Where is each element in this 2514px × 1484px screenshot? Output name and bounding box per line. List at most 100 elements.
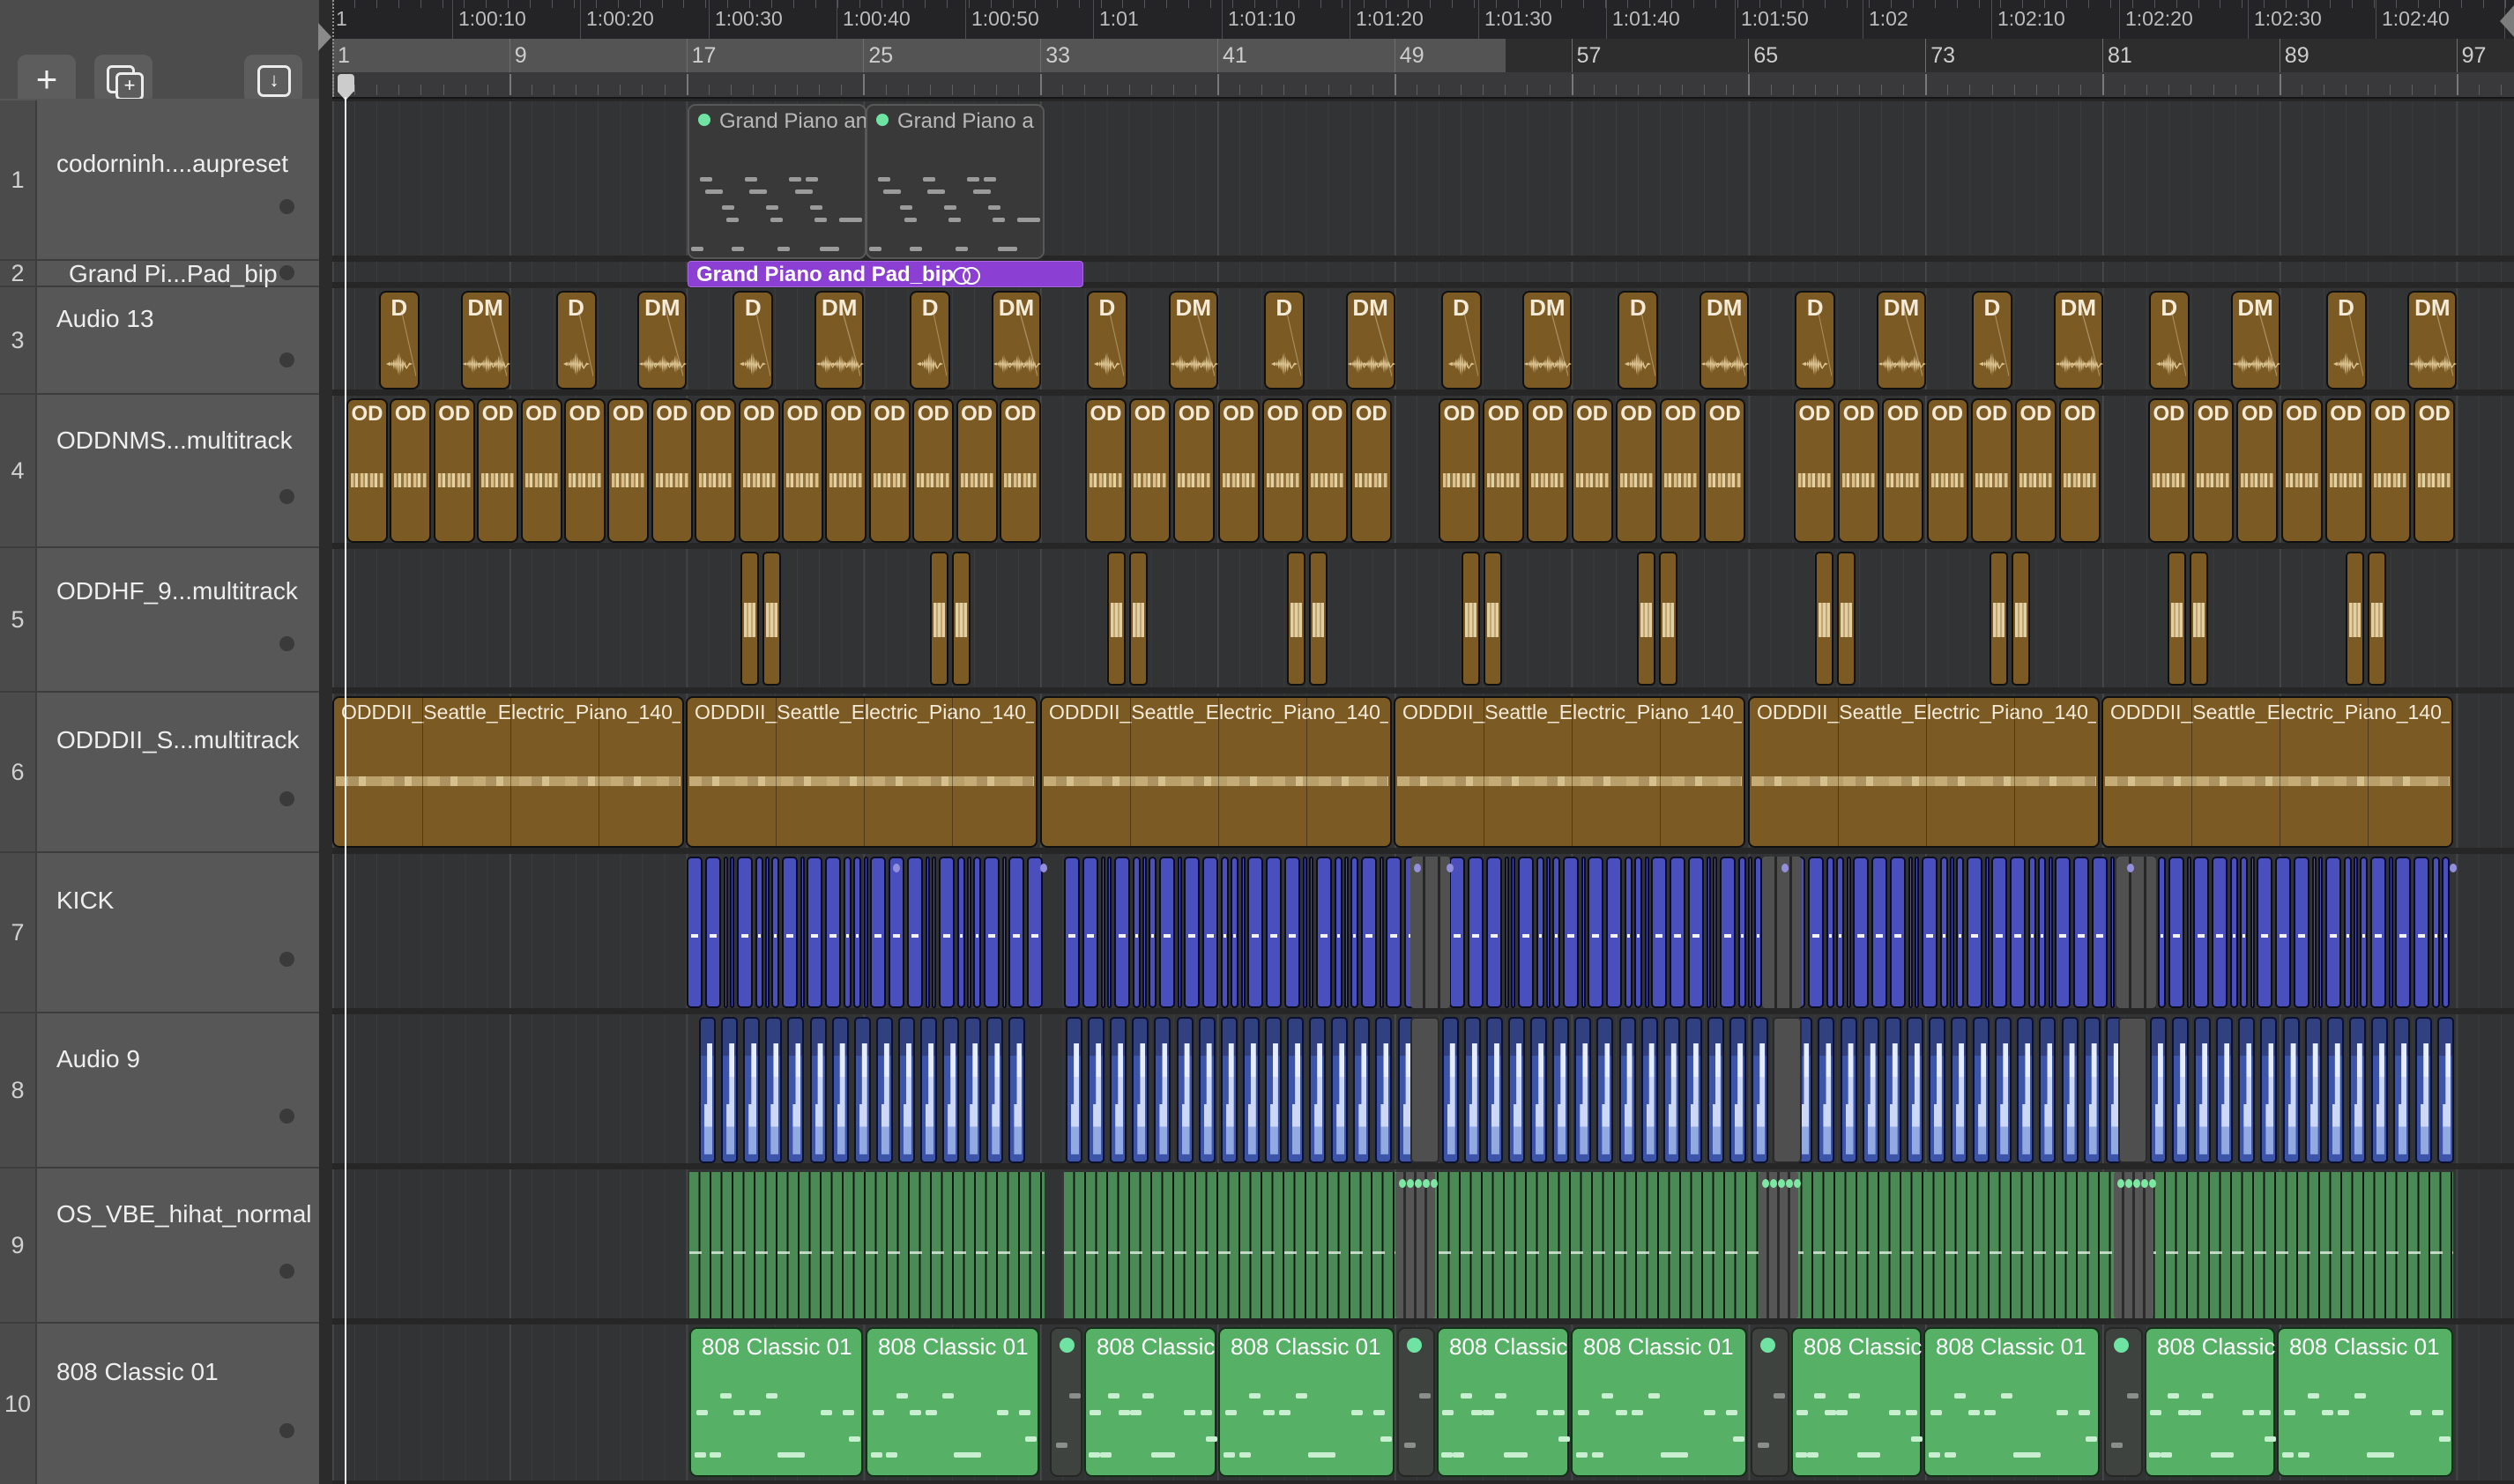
audio-clip-D[interactable]: D (1440, 291, 1482, 390)
audio-clip-audio9[interactable] (897, 1017, 915, 1163)
audio-clip-OD[interactable]: OD (1571, 398, 1613, 543)
audio-clip-kick[interactable] (889, 857, 904, 1008)
audio-region-hihat[interactable] (689, 1172, 1045, 1318)
muted-clip-audio9[interactable] (1410, 1017, 1439, 1163)
audio-clip-D[interactable]: D (2148, 291, 2190, 390)
audio-clip-OD[interactable]: OD (1527, 398, 1569, 543)
audio-clip-audio9[interactable] (1287, 1017, 1304, 1163)
audio-clip-kick[interactable] (2240, 857, 2248, 1008)
audio-clip-kick[interactable] (1922, 857, 1938, 1008)
audio-clip-audio9[interactable] (1995, 1017, 2012, 1163)
audio-clip-kick[interactable] (2049, 857, 2053, 1008)
track-status-dot[interactable] (279, 1422, 294, 1438)
audio-clip-kick[interactable] (1468, 857, 1484, 1008)
audio-region-seattle-electric-piano[interactable]: ODDDII_Seattle_Electric_Piano_140_ (332, 696, 684, 848)
audio-clip-kick[interactable] (2312, 857, 2317, 1008)
audio-clip-kick[interactable] (1178, 857, 1182, 1008)
audio-clip-audio9[interactable] (1640, 1017, 1658, 1163)
track-name[interactable]: OS_VBE_hihat_normal (56, 1200, 312, 1228)
audio-clip-kick[interactable] (1748, 857, 1752, 1008)
audio-clip-audio9[interactable] (1729, 1017, 1746, 1163)
audio-clip-kick[interactable] (1581, 857, 1586, 1008)
audio-clip-hf[interactable] (1815, 552, 1833, 686)
audio-clip-audio9[interactable] (986, 1017, 1004, 1163)
audio-clip-audio9[interactable] (2216, 1017, 2234, 1163)
midi-region-808-classic[interactable]: 808 Classic (1791, 1327, 1923, 1477)
audio-clip-OD[interactable]: OD (2280, 398, 2323, 543)
audio-clip-D[interactable]: D (555, 291, 597, 390)
audio-clip-kick[interactable] (1133, 857, 1141, 1008)
audio-clip-audio9[interactable] (1264, 1017, 1282, 1163)
track-status-dot[interactable] (279, 636, 294, 652)
audio-clip-hf[interactable] (1107, 552, 1126, 686)
track-header-8[interactable]: 8 Audio 9 (0, 1013, 319, 1169)
audio-clip-audio9[interactable] (1154, 1017, 1171, 1163)
track-name[interactable]: 808 Classic 01 (56, 1358, 219, 1386)
audio-clip-kick[interactable] (1871, 857, 1887, 1008)
muted-clip-kick[interactable] (2116, 857, 2156, 1008)
audio-clip-OD[interactable]: OD (1350, 398, 1393, 543)
playhead-handle[interactable] (338, 74, 354, 92)
track-name[interactable]: ODDNMS...multitrack (56, 427, 293, 455)
audio-clip-kick[interactable] (1563, 857, 1579, 1008)
muted-region-hihat[interactable] (2114, 1172, 2156, 1318)
track-status-dot[interactable] (279, 198, 294, 214)
audio-region-seattle-electric-piano[interactable]: ODDDII_Seattle_Electric_Piano_140_ (1040, 696, 1392, 848)
audio-clip-hf[interactable] (2012, 552, 2030, 686)
audio-clip-audio9[interactable] (2039, 1017, 2057, 1163)
audio-clip-kick[interactable] (1940, 857, 1948, 1008)
midi-region-808-classic[interactable]: 808 Classic 01 (1571, 1327, 1747, 1477)
track-header-5[interactable]: 5 ODDHF_9...multitrack (0, 548, 319, 693)
audio-clip-audio9[interactable] (1530, 1017, 1548, 1163)
audio-clip-kick[interactable] (2055, 857, 2071, 1008)
time-ruler[interactable]: 1 1:00:10 1:00:20 1:00:30 1:00:40 1:00:50 1:01… (332, 0, 2514, 40)
audio-clip-OD[interactable]: OD (1660, 398, 1701, 543)
audio-clip-audio9[interactable] (1008, 1017, 1026, 1163)
audio-clip-hf[interactable] (1462, 552, 1480, 686)
audio-clip-hf[interactable] (1659, 552, 1677, 686)
audio-clip-audio9[interactable] (1176, 1017, 1194, 1163)
audio-clip-OD[interactable]: OD (2148, 398, 2190, 543)
audio-clip-kick[interactable] (1184, 857, 1200, 1008)
audio-clip-kick[interactable] (782, 857, 798, 1008)
audio-clip-OD[interactable]: OD (1794, 398, 1835, 543)
audio-clip-kick[interactable] (1826, 857, 1834, 1008)
audio-clip-kick[interactable] (2193, 857, 2209, 1008)
audio-clip-kick[interactable] (687, 857, 703, 1008)
midi-region-808-classic[interactable]: 808 Classic 01 (866, 1327, 1039, 1477)
audio-clip-kick[interactable] (2028, 857, 2036, 1008)
audio-region-seattle-electric-piano[interactable]: ODDDII_Seattle_Electric_Piano_140_ (686, 696, 1038, 848)
audio-clip-audio9[interactable] (1928, 1017, 1945, 1163)
audio-clip-audio9[interactable] (2172, 1017, 2189, 1163)
muted-midi-region[interactable] (1050, 1327, 1082, 1477)
midi-region-808-classic[interactable]: 808 Classic 01 (2277, 1327, 2453, 1477)
midi-region-808-classic[interactable]: 808 Classic (2145, 1327, 2276, 1477)
audio-clip-kick[interactable] (1670, 857, 1685, 1008)
audio-clip-OD[interactable]: OD (1704, 398, 1746, 543)
track-status-dot[interactable] (279, 1108, 294, 1124)
audio-clip-kick[interactable] (1008, 857, 1024, 1008)
audio-clip-OD[interactable]: OD (738, 398, 780, 543)
midi-region-808-classic[interactable]: 808 Classic (1084, 1327, 1217, 1477)
audio-clip-kick[interactable] (1588, 857, 1603, 1008)
audio-clip-audio9[interactable] (1862, 1017, 1879, 1163)
audio-clip-DM[interactable]: DM (1168, 291, 1218, 390)
audio-clip-kick[interactable] (2073, 857, 2089, 1008)
track-status-dot[interactable] (279, 951, 294, 967)
audio-clip-kick[interactable] (1985, 857, 1990, 1008)
audio-clip-D[interactable]: D (910, 291, 951, 390)
track-name[interactable]: KICK (56, 887, 114, 915)
audio-clip-D[interactable]: D (733, 291, 774, 390)
audio-clip-DM[interactable]: DM (2053, 291, 2103, 390)
audio-clip-kick[interactable] (926, 857, 930, 1008)
audio-clip-audio9[interactable] (1818, 1017, 1835, 1163)
audio-clip-OD[interactable]: OD (651, 398, 693, 543)
audio-clip-hf[interactable] (762, 552, 781, 686)
audio-clip-kick[interactable] (1536, 857, 1544, 1008)
audio-clip-kick[interactable] (957, 857, 965, 1008)
audio-clip-kick[interactable] (771, 857, 779, 1008)
audio-clip-kick[interactable] (2158, 857, 2166, 1008)
audio-clip-DM[interactable]: DM (1522, 291, 1573, 390)
audio-clip-audio9[interactable] (831, 1017, 849, 1163)
audio-clip-kick[interactable] (1546, 857, 1551, 1008)
